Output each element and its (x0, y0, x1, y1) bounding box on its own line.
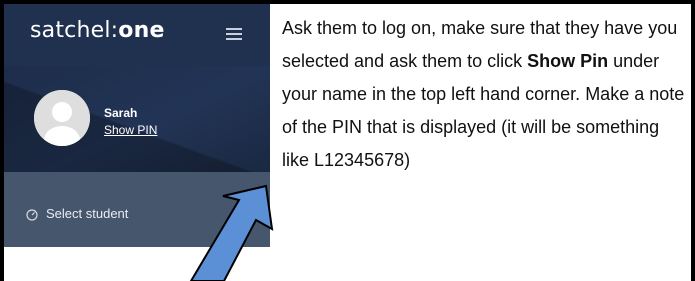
brand-logo: satchel:one (30, 18, 165, 43)
app-header: satchel:one (4, 4, 270, 66)
select-student-item[interactable]: Select student (4, 172, 270, 247)
user-avatar-icon (34, 90, 90, 146)
select-student-label: Select student (46, 206, 129, 221)
show-pin-link[interactable]: Show PIN (104, 123, 157, 137)
profile-section: Sarah Show PIN (4, 66, 270, 172)
profile-name: Sarah (104, 106, 138, 120)
instruction-text: Ask them to log on, make sure that they … (282, 12, 686, 177)
instruction-bold: Show Pin (527, 51, 609, 71)
brand-prefix: satchel: (30, 18, 119, 43)
gauge-icon (26, 209, 38, 221)
brand-suffix: one (118, 18, 165, 43)
satchel-one-panel: satchel:one Sarah Show PIN Select studen… (4, 4, 270, 247)
hamburger-menu-icon[interactable] (226, 28, 242, 40)
